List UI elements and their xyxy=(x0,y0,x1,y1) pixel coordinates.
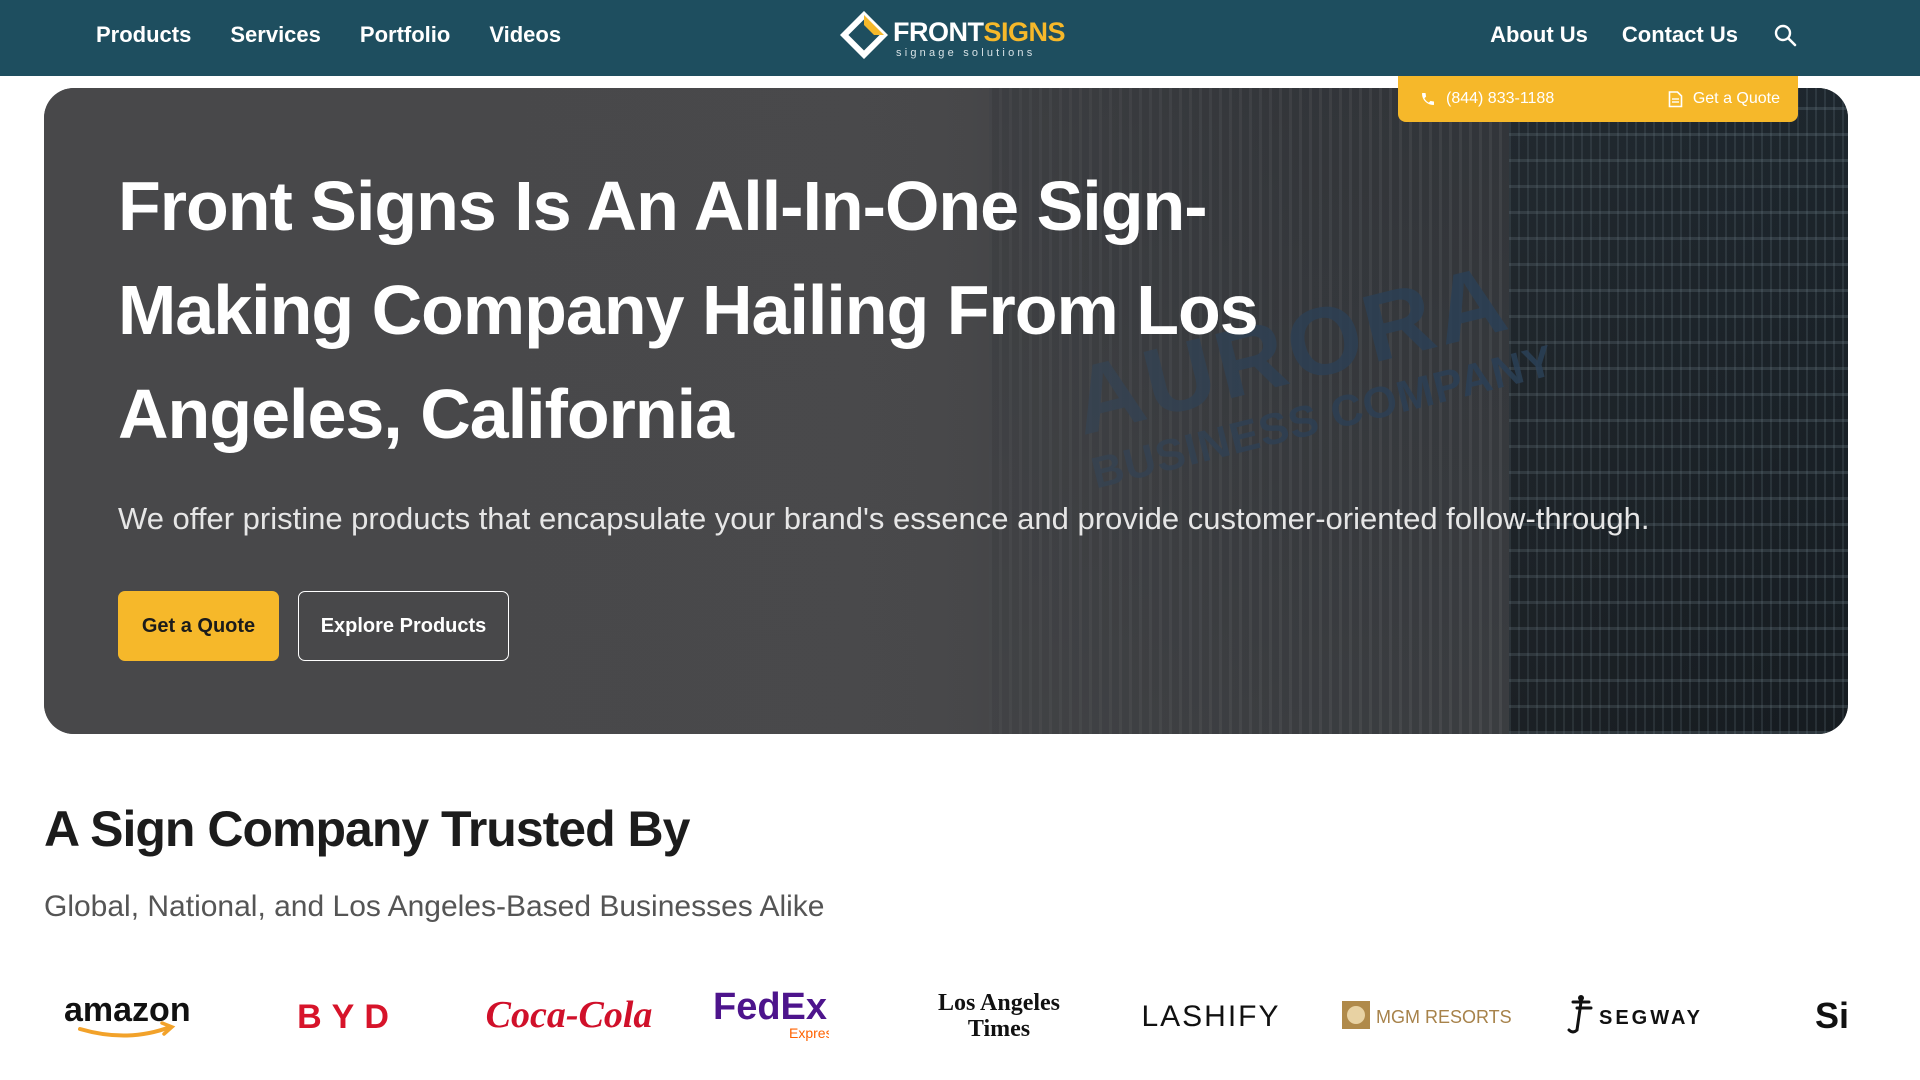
nav-link-portfolio[interactable]: Portfolio xyxy=(360,22,450,48)
phone-link[interactable]: (844) 833-1188 xyxy=(1420,90,1554,108)
logo-wordmark: FRONTSIGNS xyxy=(893,17,1066,47)
nav-link-contact-us[interactable]: Contact Us xyxy=(1622,22,1738,48)
nav-left-links: Products Services Portfolio Videos xyxy=(96,0,561,70)
svg-text:FedEx: FedEx xyxy=(713,986,827,1028)
svg-text:LASHIFY: LASHIFY xyxy=(1141,1000,1280,1033)
hero-title: Front Signs Is An All-In-One Sign-Making… xyxy=(118,167,1259,453)
quick-contact-bar: (844) 833-1188 Get a Quote xyxy=(1398,76,1798,122)
explore-products-button[interactable]: Explore Products xyxy=(298,591,509,661)
nav-link-services[interactable]: Services xyxy=(230,22,321,48)
svg-text:Los Angeles: Los Angeles xyxy=(938,990,1060,1016)
svg-text:MGM RESORTS: MGM RESORTS xyxy=(1376,1007,1512,1027)
nav-link-products[interactable]: Products xyxy=(96,22,191,48)
mgm-resorts-logo: MGM RESORTS xyxy=(1338,970,1518,1060)
search-icon[interactable] xyxy=(1772,22,1798,48)
svg-text:Si: Si xyxy=(1815,995,1849,1036)
logo-mark-icon xyxy=(840,11,888,59)
top-navigation: Products Services Portfolio Videos FRONT… xyxy=(0,0,1920,76)
amazon-logo: amazon xyxy=(58,970,208,1060)
document-icon xyxy=(1668,90,1683,107)
svg-text:Times: Times xyxy=(968,1016,1030,1042)
fedex-logo: FedEx Express xyxy=(694,970,834,1060)
get-a-quote-button[interactable]: Get a Quote xyxy=(118,591,279,661)
coca-cola-logo: Coca-Cola xyxy=(484,970,654,1060)
nav-link-about-us[interactable]: About Us xyxy=(1490,22,1588,48)
svg-text:amazon: amazon xyxy=(64,991,191,1029)
si-logo: Si xyxy=(1800,970,1870,1060)
hero-subtitle: We offer pristine products that encapsul… xyxy=(118,501,1650,536)
nav-link-videos[interactable]: Videos xyxy=(489,22,561,48)
svg-text:Coca-Cola: Coca-Cola xyxy=(486,994,653,1036)
logo-tagline: signage solutions xyxy=(896,47,1036,59)
trusted-heading: A Sign Company Trusted By xyxy=(44,801,690,857)
hero-banner: AURORA BUSINESS COMPANY Front Signs Is A… xyxy=(44,88,1848,734)
segway-logo: SEGWAY xyxy=(1558,970,1728,1060)
nav-right-links: About Us Contact Us xyxy=(1490,0,1798,70)
frontsigns-logo[interactable]: FRONTSIGNS signage solutions xyxy=(840,9,1066,61)
lashify-logo: LASHIFY xyxy=(1126,970,1296,1060)
phone-number: (844) 833-1188 xyxy=(1446,90,1555,107)
client-logos-row: amazon BYD Coca-Cola FedEx Express Los A… xyxy=(44,970,1904,1060)
byd-logo: BYD xyxy=(268,970,428,1060)
los-angeles-times-logo: Los Angeles Times xyxy=(914,970,1084,1060)
svg-text:Express: Express xyxy=(789,1025,829,1041)
svg-text:BYD: BYD xyxy=(297,998,399,1035)
phone-icon xyxy=(1422,93,1434,105)
svg-text:SEGWAY: SEGWAY xyxy=(1599,1007,1703,1029)
topbar-quote-label: Get a Quote xyxy=(1692,90,1780,107)
trusted-subheading: Global, National, and Los Angeles-Based … xyxy=(44,890,825,923)
topbar-quote-link[interactable]: Get a Quote xyxy=(1668,90,1780,108)
